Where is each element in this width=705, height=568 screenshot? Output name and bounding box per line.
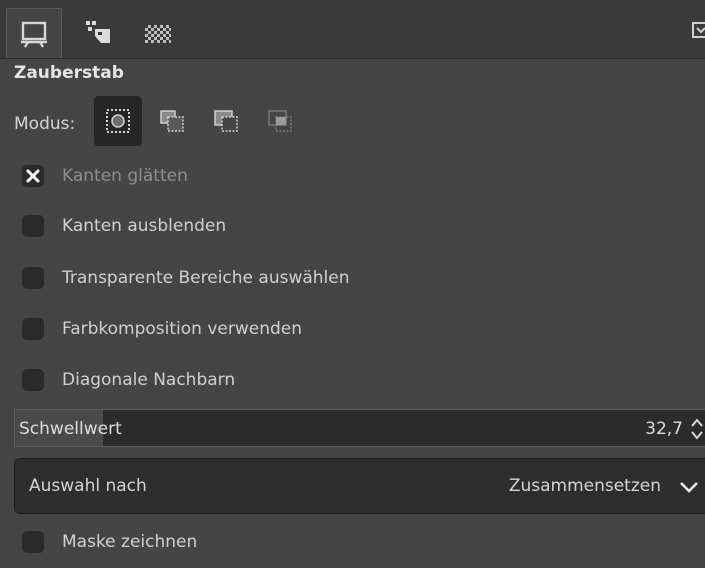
diagonal-label: Diagonale Nachbarn	[62, 370, 236, 390]
sample-merged-checkbox[interactable]: Farbkomposition verwenden	[22, 315, 302, 343]
feather-checkbox[interactable]: Kanten ausblenden	[22, 212, 226, 240]
threshold-label: Schwellwert	[19, 419, 122, 439]
checkbox-unchecked[interactable]	[22, 318, 44, 340]
tool-title: Zauberstab	[14, 63, 124, 83]
draw-mask-checkbox[interactable]: Maske zeichnen	[22, 528, 197, 556]
checkbox-unchecked[interactable]	[22, 531, 44, 553]
mode-replace-button[interactable]	[94, 96, 142, 146]
chevron-down-icon	[680, 482, 698, 493]
mode-label: Modus:	[14, 114, 76, 134]
checkbox-unchecked[interactable]	[22, 215, 44, 237]
draw-mask-label: Maske zeichnen	[62, 532, 198, 552]
transparent-checkbox[interactable]: Transparente Bereiche auswählen	[22, 264, 350, 292]
mode-add-button[interactable]	[148, 96, 196, 146]
antialias-label: Kanten glätten	[62, 166, 188, 186]
device-status-icon	[86, 21, 110, 43]
mode-intersect-button[interactable]	[256, 96, 304, 146]
transparent-label: Transparente Bereiche auswählen	[62, 268, 350, 288]
threshold-value[interactable]: 32,7	[645, 419, 683, 439]
checkbox-unchecked[interactable]	[22, 369, 44, 391]
subtract-mode-icon	[214, 110, 238, 132]
feather-label: Kanten ausblenden	[62, 216, 227, 236]
add-mode-icon	[160, 110, 184, 132]
diagonal-checkbox[interactable]: Diagonale Nachbarn	[22, 366, 235, 394]
tab-tool-options[interactable]	[6, 8, 62, 58]
tab-device-status[interactable]	[70, 8, 126, 58]
tab-patterns[interactable]	[130, 8, 186, 58]
checkbox-unchecked[interactable]	[22, 267, 44, 289]
checkbox-checked[interactable]	[22, 165, 44, 187]
dock-menu-button[interactable]	[691, 20, 705, 40]
check-x-icon	[26, 169, 40, 183]
sample-merged-label: Farbkomposition verwenden	[62, 319, 303, 339]
pattern-icon	[145, 25, 171, 43]
spin-arrows-icon[interactable]	[689, 416, 705, 442]
threshold-slider[interactable]: Schwellwert 32,7	[14, 409, 705, 447]
select-by-dropdown[interactable]: Auswahl nach Zusammensetzen	[14, 458, 705, 514]
dock-tab-bar	[0, 0, 705, 59]
antialias-checkbox[interactable]: Kanten glätten	[22, 162, 188, 190]
tool-options-icon	[21, 21, 47, 48]
dock-menu-icon	[692, 22, 705, 38]
mode-subtract-button[interactable]	[202, 96, 250, 146]
intersect-mode-icon	[268, 110, 292, 132]
select-by-value: Zusammensetzen	[508, 476, 661, 496]
tool-options-dock: Zauberstab Modus: Kanten glätten Kanten …	[0, 0, 705, 568]
select-by-label: Auswahl nach	[29, 476, 147, 496]
replace-mode-icon	[106, 109, 130, 133]
